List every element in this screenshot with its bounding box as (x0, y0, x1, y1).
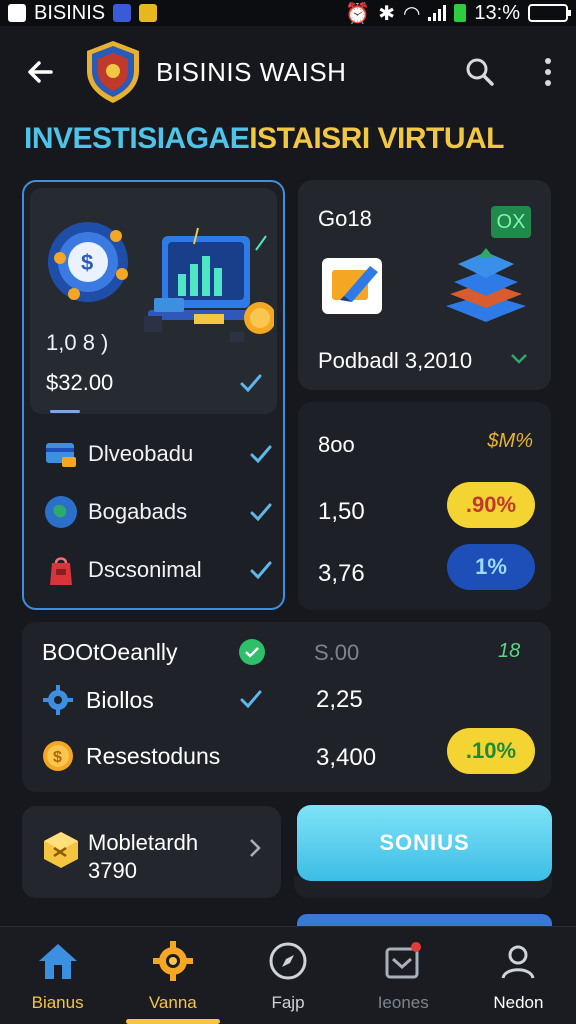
app-header: BISINIS WAISH (0, 26, 576, 118)
nav-item-profile[interactable]: Nedon (461, 927, 576, 1024)
card-icon (44, 437, 78, 471)
nav-label: Nedon (493, 993, 544, 1012)
dot-icon (545, 69, 551, 75)
dot-icon (545, 80, 551, 86)
bottom-navigation: Bianus Vanna Fajp Ieones Nedon (0, 926, 576, 1024)
chevron-right-icon (250, 839, 261, 857)
stacked-layers-icon (446, 248, 526, 322)
holding-delta: 18 (498, 640, 521, 662)
dot-icon (545, 58, 551, 64)
tab-indicator (50, 410, 80, 413)
market-card[interactable]: Mobletardh 3790 (22, 806, 281, 898)
holding-label: Biollos (86, 686, 154, 713)
portfolio-footer: Podbadl 3,2010 (318, 348, 473, 373)
signal-icon (428, 5, 447, 21)
check-icon (240, 374, 262, 393)
percent-pill-3[interactable]: .10% (447, 728, 535, 774)
page-title-part2: ISTAISRI VIRTUAL (249, 122, 504, 155)
arrow-left-icon (28, 61, 53, 83)
primary-cta-button[interactable]: SONIUS (297, 805, 552, 881)
check-icon (240, 690, 262, 709)
summary-panel: $ 1,0 8 ) $32.00 (30, 188, 277, 414)
svg-text:$: $ (53, 749, 62, 766)
holding-row[interactable]: BOOtOeanlly (42, 632, 178, 672)
search-button[interactable] (462, 54, 498, 90)
nav-item-inbox[interactable]: Ieones (346, 927, 461, 1024)
badge-notification-icon (139, 4, 158, 22)
gear-icon (42, 684, 74, 716)
clock: 13:% (474, 1, 520, 24)
list-item-label: Dscsonimal (88, 557, 202, 582)
check-circle-icon (239, 639, 265, 665)
page-title: INVESTISIAGAEISTAISRI VIRTUAL (24, 122, 504, 156)
portfolio-label: Go18 (318, 206, 372, 231)
portfolio-card[interactable]: Go18 OX Podbadl 3,2010 (298, 180, 551, 390)
chevron-down-icon (511, 354, 527, 364)
returns-value-1: 1,50 (318, 498, 365, 525)
search-icon (466, 58, 494, 86)
nav-item-settings[interactable]: Vanna (115, 927, 230, 1024)
holding-row[interactable]: $ Resestoduns (42, 736, 220, 776)
back-button[interactable] (22, 54, 58, 90)
app-title: BISINIS WAISH (156, 56, 347, 87)
list-item-dlveobadu[interactable]: Dlveobadu (44, 432, 274, 476)
carrier-label: BISINIS (34, 1, 106, 24)
compass-icon (266, 939, 310, 983)
gear-icon (151, 939, 195, 983)
list-item-bogabads[interactable]: Bogabads (44, 490, 274, 534)
coin-icon: $ (42, 740, 74, 772)
nav-label: Ieones (377, 993, 429, 1012)
nav-label: Fajp (271, 993, 305, 1012)
inbox-icon (381, 939, 425, 983)
active-tab-indicator (125, 1019, 220, 1024)
bag-icon (44, 553, 78, 587)
holding-row[interactable]: Biollos (42, 680, 154, 720)
nav-item-explore[interactable]: Fajp (230, 927, 345, 1024)
alarm-icon: ⏰ (345, 2, 371, 25)
percent-pill-1[interactable]: .90% (447, 482, 535, 528)
market-value: 3790 (88, 858, 137, 883)
bluetooth-icon: ✱ (378, 2, 395, 25)
market-title: Mobletardh (88, 830, 199, 855)
investment-summary-card[interactable]: $ 1,0 8 ) $32.00 Dlveobadu Bogabads Dscs… (22, 180, 285, 610)
returns-card[interactable]: 8oo $M% 1,50 .90% 3,76 1% (298, 402, 551, 610)
app-notification-icon (8, 4, 26, 22)
more-options-button[interactable] (542, 54, 554, 90)
percent-pill-2[interactable]: 1% (447, 544, 535, 590)
summary-count: 1,0 8 ) (46, 330, 109, 355)
check-icon (250, 561, 272, 580)
status-bar: BISINIS ⏰ ✱ ◠ 13:% (0, 0, 576, 26)
returns-value-2: 3,76 (318, 560, 365, 587)
edit-document-icon (322, 258, 382, 314)
check-icon (250, 445, 272, 464)
returns-tag: $M% (487, 430, 533, 452)
nav-label: Vanna (148, 993, 197, 1012)
holdings-card: BOOtOeanlly S.00 18 Biollos 2,25 $ Reses… (22, 622, 551, 792)
battery-icon (528, 4, 571, 22)
holding-label: BOOtOeanlly (42, 638, 178, 665)
summary-amount: $32.00 (46, 370, 114, 395)
nav-item-home[interactable]: Bianus (0, 927, 115, 1024)
shield-notification-icon (113, 4, 132, 22)
holding-amount: 2,25 (316, 686, 363, 713)
check-icon (250, 503, 272, 522)
wifi-icon: ◠ (402, 2, 421, 25)
user-icon (496, 939, 540, 983)
shield-logo (84, 39, 142, 105)
home-icon (36, 939, 80, 983)
returns-title: 8oo (318, 432, 355, 457)
holding-amount: S.00 (314, 640, 360, 665)
svg-text:$: $ (81, 250, 93, 275)
status-badge: OX (491, 206, 531, 238)
page-title-part1: INVESTISIAGAE (24, 122, 250, 155)
cube-icon (44, 832, 78, 868)
battery-saver-icon (454, 4, 467, 22)
nav-label: Bianus (31, 993, 84, 1012)
globe-icon (44, 495, 78, 529)
holding-amount: 3,400 (316, 744, 377, 771)
list-item-label: Bogabads (88, 499, 188, 524)
holding-label: Resestoduns (86, 742, 221, 769)
list-item-dscsonimal[interactable]: Dscsonimal (44, 548, 274, 592)
list-item-label: Dlveobadu (88, 441, 194, 466)
